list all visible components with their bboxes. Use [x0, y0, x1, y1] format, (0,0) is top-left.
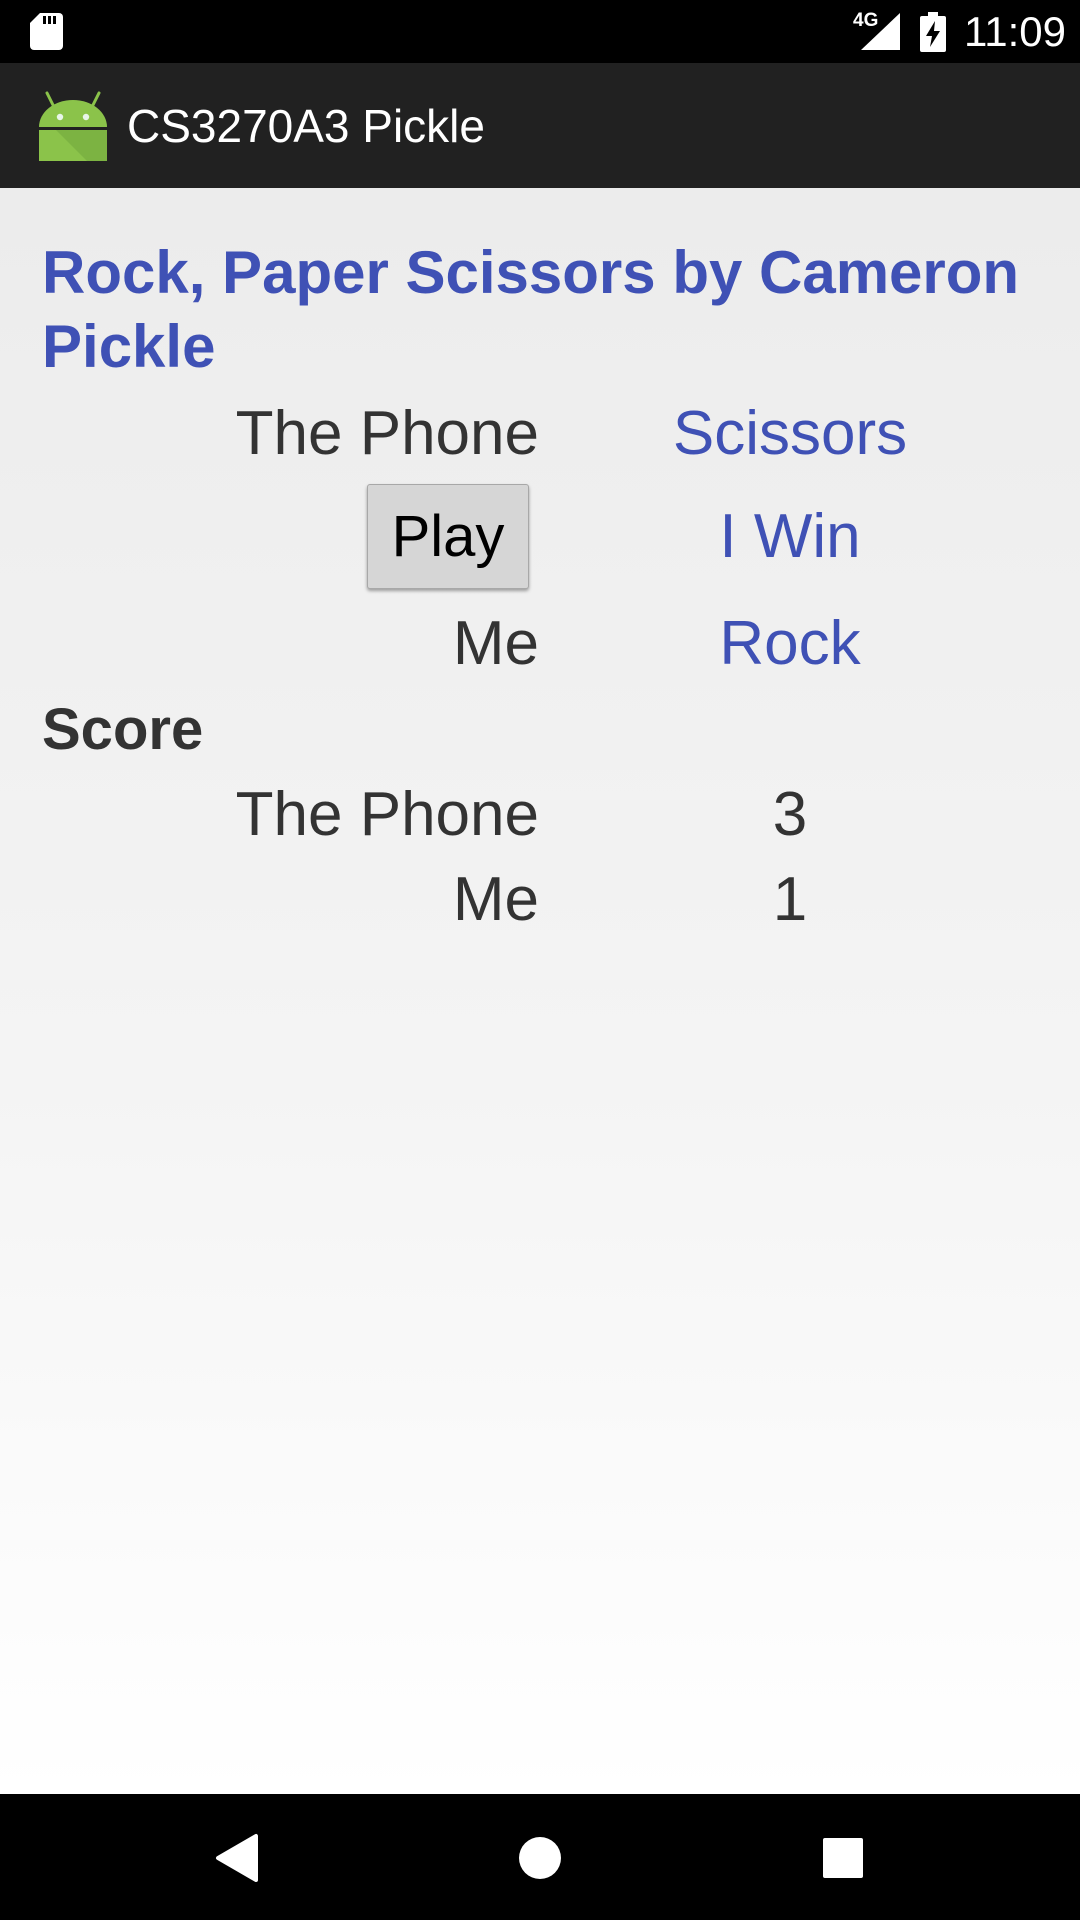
play-button[interactable]: Play: [367, 484, 529, 589]
home-icon[interactable]: [507, 1824, 573, 1890]
clock: 11:09: [964, 8, 1066, 55]
status-bar: 4G 11:09: [0, 0, 1080, 63]
my-score-label: Me: [452, 865, 539, 934]
battery-charging-icon: [920, 12, 946, 52]
recents-icon[interactable]: [810, 1824, 876, 1890]
back-icon[interactable]: [204, 1824, 270, 1890]
my-score-value: 1: [772, 865, 808, 934]
my-choice-value: Rock: [719, 609, 861, 678]
my-choice-label: Me: [452, 609, 539, 678]
android-icon: [39, 91, 107, 161]
page-heading: Rock, Paper Scissors by Cameron Pickle: [42, 239, 1020, 380]
signal-icon: [861, 13, 900, 50]
score-heading: Score: [42, 697, 204, 762]
phone-score-value: 3: [772, 780, 808, 849]
result-text: I Win: [719, 502, 861, 571]
app-title: CS3270A3 Pickle: [127, 100, 485, 152]
phone-score-label: The Phone: [235, 780, 539, 849]
phone-choice-value: Scissors: [672, 399, 908, 468]
main-content: Rock, Paper Scissors by Cameron Pickle T…: [0, 188, 1080, 1794]
sd-card-icon: [30, 13, 63, 50]
action-bar: CS3270A3 Pickle: [0, 63, 1080, 188]
phone-choice-label: The Phone: [235, 399, 539, 468]
navigation-bar: [0, 1794, 1080, 1920]
